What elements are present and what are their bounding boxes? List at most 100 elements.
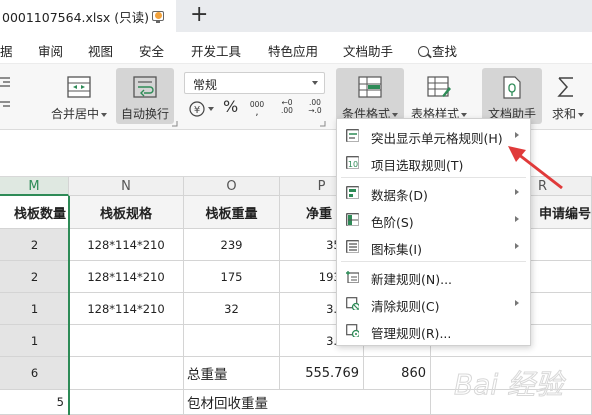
- conditional-format-button[interactable]: 条件格式: [336, 68, 404, 121]
- cell-o[interactable]: 175: [184, 261, 280, 293]
- cell-p[interactable]: 555.769: [280, 357, 364, 390]
- chevron-down-icon: [101, 112, 107, 117]
- menu-doc-helper[interactable]: 文档助手: [343, 41, 393, 60]
- cell-o[interactable]: [184, 325, 280, 357]
- cell-n[interactable]: 128*114*210: [69, 293, 184, 325]
- chevron-down-icon: [578, 112, 585, 117]
- menu-bar: 据 审阅 视图 安全 开发工具 特色应用 文档助手 查找: [0, 32, 592, 64]
- menu-item-label: 清除规则(C): [371, 299, 440, 314]
- manage-rules-icon: [346, 324, 359, 337]
- baidu-jingyan-watermark: Bai 经验: [454, 368, 567, 402]
- menu-developer-tools[interactable]: 开发工具: [191, 41, 241, 60]
- cell-o[interactable]: 239: [184, 229, 280, 261]
- menu-review[interactable]: 审阅: [38, 41, 63, 60]
- menu-item-label: 项目选取规则(T): [371, 158, 464, 173]
- cell-m[interactable]: 2: [0, 261, 69, 293]
- decrease-decimal-bottom: →.0: [308, 106, 322, 115]
- doc-helper-icon: [503, 76, 521, 99]
- cell-m[interactable]: 1: [0, 325, 69, 357]
- clear-rules-icon: [346, 297, 359, 310]
- search-icon: [418, 46, 429, 57]
- document-title: 0001107564.xlsx (只读): [2, 9, 150, 25]
- menu-item-label: 色阶(S): [371, 215, 414, 230]
- increase-decimal-button[interactable]: ←0 .00: [276, 99, 298, 115]
- header-cell[interactable]: 栈板重量: [184, 196, 280, 229]
- menu-item-color-scale[interactable]: 色阶(S): [337, 206, 530, 233]
- menu-item-clear-rules[interactable]: 清除规则(C): [337, 290, 530, 317]
- cell-m[interactable]: 2: [0, 229, 69, 261]
- wrap-text-button[interactable]: 自动换行: [116, 68, 174, 124]
- annotation-arrow-icon: [508, 146, 563, 190]
- wrap-text-icon: [133, 76, 157, 98]
- new-tab-button[interactable]: +: [190, 3, 208, 27]
- decrease-decimal-button[interactable]: .00 →.0: [304, 99, 326, 115]
- menu-item-label: 管理规则(R)...: [371, 326, 452, 341]
- number-format-value: 常规: [193, 78, 218, 92]
- menu-item-label: 突出显示单元格规则(H): [371, 131, 503, 146]
- menu-separator: [341, 261, 526, 262]
- icon-sets-icon: [346, 240, 359, 253]
- menu-item-icon-sets[interactable]: 图标集(I): [337, 233, 530, 260]
- menu-view[interactable]: 视图: [88, 41, 113, 60]
- cell-q[interactable]: 860: [364, 357, 431, 390]
- highlight-rules-icon: [346, 129, 359, 142]
- number-format-select[interactable]: 常规: [184, 72, 325, 94]
- cell-o[interactable]: 总重量: [184, 357, 280, 390]
- svg-text:¥: ¥: [194, 105, 200, 116]
- merge-center-button[interactable]: 合并居中: [48, 68, 110, 124]
- color-scale-icon: [346, 213, 359, 226]
- header-cell[interactable]: 栈板规格: [69, 196, 184, 229]
- chevron-down-icon: [461, 112, 467, 117]
- menu-separator: [341, 177, 526, 178]
- cell-n[interactable]: 128*114*210: [69, 229, 184, 261]
- selection-border: [68, 196, 70, 415]
- sum-button[interactable]: 求和: [548, 68, 592, 124]
- cell-m[interactable]: 1: [0, 293, 69, 325]
- menu-security[interactable]: 安全: [139, 41, 164, 60]
- menu-item-manage-rules[interactable]: 管理规则(R)...: [337, 317, 530, 344]
- dialog-launcher-icon[interactable]: [320, 121, 326, 127]
- document-tab[interactable]: 0001107564.xlsx (只读): [0, 0, 176, 32]
- menu-data[interactable]: 据: [0, 41, 13, 60]
- thousands-button[interactable]: 000,: [248, 101, 266, 118]
- percent-button[interactable]: %: [223, 97, 238, 116]
- column-header-m[interactable]: M: [0, 177, 69, 196]
- top-rules-icon: 10: [346, 156, 359, 169]
- menu-item-label: 图标集(I): [371, 242, 422, 257]
- cell-n[interactable]: [69, 357, 184, 390]
- cell-n[interactable]: 128*114*210: [69, 261, 184, 293]
- currency-button[interactable]: ¥: [189, 100, 215, 121]
- chevron-right-icon: [515, 216, 519, 222]
- menu-item-label: 数据条(D): [371, 188, 428, 203]
- chevron-right-icon: [515, 300, 519, 306]
- header-cell[interactable]: 栈板数量: [0, 196, 69, 229]
- svg-text:Bai 经验: Bai 经验: [454, 368, 566, 401]
- menu-item-label: 新建规则(N)...: [371, 272, 453, 287]
- new-rule-icon: [346, 271, 359, 283]
- cell-m[interactable]: 6: [0, 357, 69, 390]
- column-header-o[interactable]: O: [184, 177, 280, 196]
- cell-n[interactable]: [69, 325, 184, 357]
- table-style-button[interactable]: 表格样式: [406, 68, 472, 124]
- menu-special-apps[interactable]: 特色应用: [268, 41, 318, 60]
- dialog-launcher-icon[interactable]: [172, 121, 178, 127]
- chevron-right-icon: [515, 243, 519, 249]
- align-icons[interactable]: [0, 72, 34, 116]
- column-header-n[interactable]: N: [69, 177, 184, 196]
- cell-n[interactable]: [69, 390, 184, 415]
- sigma-icon: [557, 77, 573, 97]
- sum-label: 求和: [552, 107, 577, 121]
- currency-icon: ¥: [189, 101, 214, 117]
- chevron-down-icon: [392, 112, 398, 117]
- unsaved-dot-icon: [155, 12, 162, 19]
- merge-center-label: 合并居中: [50, 107, 99, 121]
- cell-m[interactable]: 5: [0, 390, 69, 415]
- menu-item-new-rule[interactable]: 新建规则(N)...: [337, 263, 530, 290]
- menu-find[interactable]: 查找: [418, 41, 457, 60]
- cell-o[interactable]: 32: [184, 293, 280, 325]
- conditional-format-icon: [358, 76, 382, 98]
- cell-o[interactable]: 包材回收重量: [184, 390, 431, 415]
- chevron-down-icon: [312, 81, 318, 85]
- doc-helper-button[interactable]: 文档助手: [482, 68, 542, 124]
- table-style-icon: [427, 76, 451, 97]
